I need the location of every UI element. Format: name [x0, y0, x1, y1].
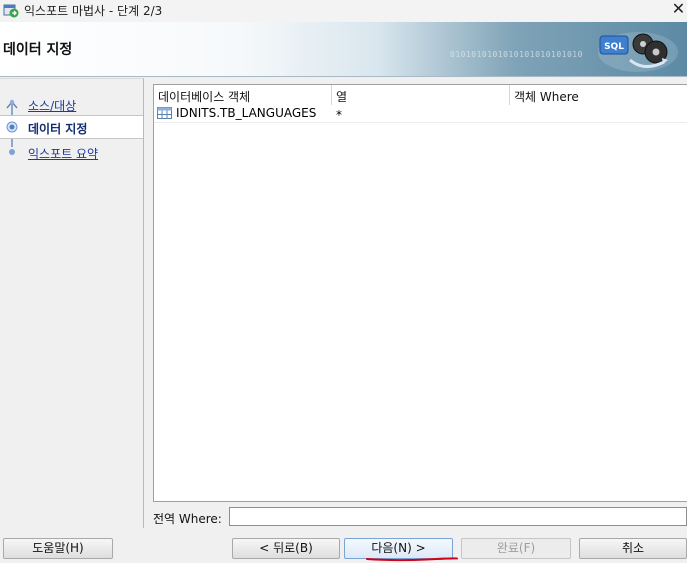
step-label: 데이터 지정: [28, 122, 88, 136]
step-specify-data[interactable]: 데이터 지정: [0, 115, 143, 139]
step-label[interactable]: 소스/대상: [28, 97, 76, 114]
column-header-object[interactable]: 데이터베이스 객체: [158, 88, 250, 105]
column-header-where[interactable]: 객체 Where: [514, 88, 579, 105]
step-done-icon: [6, 99, 18, 109]
sql-badge-label: SQL: [604, 42, 624, 52]
window-title: 익스포트 마법사 - 단계 2/3: [24, 4, 163, 18]
database-export-icon: SQL: [598, 32, 678, 72]
annotation-underline: [366, 557, 458, 562]
export-wizard-icon: [3, 4, 19, 18]
row-object-name[interactable]: IDNITS.TB_LANGUAGES: [176, 106, 316, 120]
table-row[interactable]: IDNITS.TB_LANGUAGES *: [154, 105, 687, 123]
close-icon[interactable]: ✕: [670, 0, 687, 20]
finish-button: 완료(F): [461, 538, 571, 559]
row-columns-value[interactable]: *: [336, 108, 342, 122]
help-button[interactable]: 도움말(H): [3, 538, 113, 559]
table-header: 데이터베이스 객체 열 객체 Where: [154, 85, 687, 106]
step-export-summary[interactable]: 익스포트 요약: [0, 141, 143, 163]
back-button[interactable]: < 뒤로(B): [232, 538, 340, 559]
step-label[interactable]: 익스포트 요약: [28, 145, 98, 162]
page-title: 데이터 지정: [3, 42, 73, 58]
global-where-label: 전역 Where:: [153, 512, 222, 526]
title-bar: 익스포트 마법사 - 단계 2/3 ✕: [0, 0, 687, 22]
banner-binary-text: 0101010101010101010101010: [450, 50, 583, 59]
step-current-icon: [6, 121, 18, 133]
wizard-banner: 데이터 지정 0101010101010101010101010 SQL: [0, 22, 687, 77]
objects-table[interactable]: 데이터베이스 객체 열 객체 Where IDNITS.TB_LANGUAGES…: [153, 84, 687, 502]
table-icon: [157, 107, 172, 119]
column-header-columns[interactable]: 열: [336, 88, 347, 105]
wizard-steps-panel: 소스/대상 데이터 지정 익스포트 요약: [0, 78, 144, 528]
global-where-input[interactable]: [229, 507, 687, 526]
step-source-target[interactable]: 소스/대상: [0, 93, 143, 115]
step-pending-icon: [9, 149, 15, 155]
cancel-button[interactable]: 취소: [579, 538, 687, 559]
